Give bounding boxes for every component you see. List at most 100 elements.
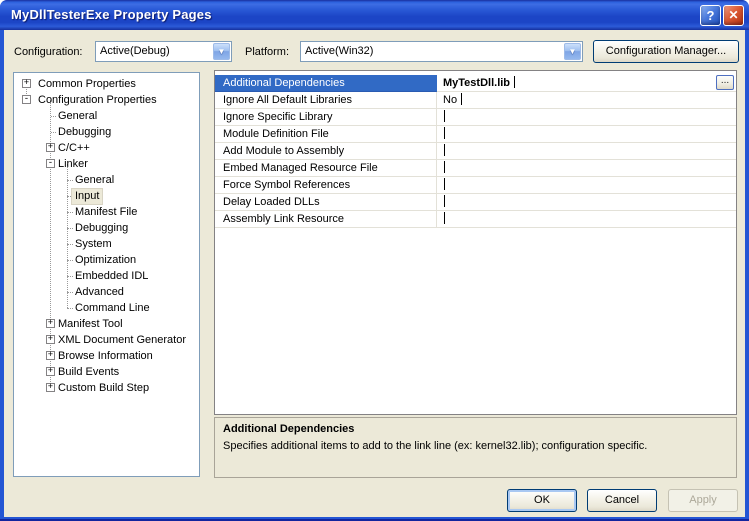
property-row[interactable]: Ignore Specific Library	[215, 109, 736, 126]
tree-item[interactable]: + Build Events	[14, 364, 199, 380]
property-name: Force Symbol References	[215, 177, 437, 194]
tree-item[interactable]: Optimization	[14, 252, 199, 268]
property-value-cell[interactable]	[437, 177, 736, 194]
property-value-text: No	[443, 94, 458, 106]
property-value-cell[interactable]	[437, 194, 736, 211]
tree-item-label[interactable]: Linker	[55, 157, 91, 172]
configuration-manager-button[interactable]: Configuration Manager...	[593, 40, 739, 63]
platform-label: Platform:	[245, 46, 290, 58]
tree-item-label[interactable]: Manifest Tool	[55, 317, 126, 332]
text-caret	[444, 144, 445, 156]
property-value-text: MyTestDll.lib	[443, 77, 511, 89]
property-value-cell[interactable]: MyTestDll.lib ...	[437, 75, 736, 92]
property-value-cell[interactable]	[437, 160, 736, 177]
property-name: Additional Dependencies	[215, 75, 437, 92]
description-title: Additional Dependencies	[223, 423, 355, 435]
apply-button[interactable]: Apply	[668, 489, 738, 512]
property-row[interactable]: Delay Loaded DLLs	[215, 194, 736, 211]
tree-item[interactable]: Manifest File	[14, 204, 199, 220]
tree-item-label[interactable]: Debugging	[55, 125, 114, 140]
platform-select[interactable]: Active(Win32) ▼	[300, 41, 583, 62]
configuration-select[interactable]: Active(Debug) ▼	[95, 41, 232, 62]
browse-ellipsis-button[interactable]: ...	[716, 75, 734, 90]
text-caret	[444, 195, 445, 207]
tree-item-label[interactable]: Embedded IDL	[72, 269, 151, 284]
tree-item[interactable]: + Manifest Tool	[14, 316, 199, 332]
platform-selected-value: Active(Win32)	[305, 45, 374, 57]
help-button[interactable]: ?	[700, 5, 721, 26]
titlebar[interactable]: MyDllTesterExe Property Pages ? ✕	[0, 0, 749, 30]
help-icon: ?	[706, 8, 715, 23]
tree-item-label[interactable]: C/C++	[55, 141, 93, 156]
property-value-cell[interactable]: No	[437, 92, 736, 109]
tree-item-label[interactable]: Build Events	[55, 365, 122, 380]
property-value-cell[interactable]	[437, 126, 736, 143]
property-name: Ignore All Default Libraries	[215, 92, 437, 109]
property-value-cell[interactable]	[437, 143, 736, 160]
chevron-down-icon[interactable]: ▼	[213, 43, 230, 60]
tree-expander-icon[interactable]: +	[46, 351, 55, 360]
tree-item-label[interactable]: Custom Build Step	[55, 381, 152, 396]
tree-item[interactable]: General	[14, 172, 199, 188]
property-value-cell[interactable]	[437, 109, 736, 126]
tree-item[interactable]: + Browse Information	[14, 348, 199, 364]
tree-item[interactable]: Input	[14, 188, 199, 205]
tree-item[interactable]: Command Line	[14, 300, 199, 316]
tree-item-label[interactable]: General	[72, 173, 117, 188]
property-row[interactable]: Embed Managed Resource File	[215, 160, 736, 177]
property-row[interactable]: Add Module to Assembly	[215, 143, 736, 160]
tree-expander-icon[interactable]: -	[22, 95, 31, 104]
text-caret	[444, 127, 445, 139]
tree-item-label[interactable]: Configuration Properties	[35, 93, 160, 108]
tree-item-label[interactable]: Input	[70, 188, 104, 205]
property-row[interactable]: Force Symbol References	[215, 177, 736, 194]
tree-expander-icon[interactable]: +	[22, 79, 31, 88]
tree-item[interactable]: Debugging	[14, 220, 199, 236]
tree-item[interactable]: Debugging	[14, 124, 199, 140]
property-pages-dialog: MyDllTesterExe Property Pages ? ✕ Config…	[0, 0, 749, 521]
tree-item-label[interactable]: Command Line	[72, 301, 153, 316]
property-row[interactable]: Ignore All Default Libraries No	[215, 92, 736, 109]
tree-item-label[interactable]: System	[72, 237, 115, 252]
configuration-label: Configuration:	[14, 46, 83, 58]
property-row[interactable]: Additional Dependencies MyTestDll.lib ..…	[215, 75, 736, 92]
tree-item[interactable]: System	[14, 236, 199, 252]
property-value-cell[interactable]	[437, 211, 736, 228]
property-name: Ignore Specific Library	[215, 109, 437, 126]
tree-item[interactable]: - Linker	[14, 156, 199, 172]
chevron-down-icon[interactable]: ▼	[564, 43, 581, 60]
tree-item-label[interactable]: General	[55, 109, 100, 124]
tree-item-label[interactable]: XML Document Generator	[55, 333, 189, 348]
tree-expander-icon[interactable]: +	[46, 367, 55, 376]
text-caret	[444, 178, 445, 190]
tree-item[interactable]: + C/C++	[14, 140, 199, 156]
property-row[interactable]: Module Definition File	[215, 126, 736, 143]
tree-expander-icon[interactable]: -	[46, 159, 55, 168]
tree-item-label[interactable]: Common Properties	[35, 77, 139, 92]
tree-item-label[interactable]: Optimization	[72, 253, 139, 268]
tree-item[interactable]: + Custom Build Step	[14, 380, 199, 396]
tree-item-label[interactable]: Advanced	[72, 285, 127, 300]
tree-item[interactable]: + XML Document Generator	[14, 332, 199, 348]
description-panel: Additional Dependencies Specifies additi…	[214, 417, 737, 478]
text-caret	[444, 161, 445, 173]
tree-root: + Common Properties - Configuration Prop…	[14, 73, 199, 476]
tree-expander-icon[interactable]: +	[46, 143, 55, 152]
cancel-button[interactable]: Cancel	[587, 489, 657, 512]
tree-item-label[interactable]: Debugging	[72, 221, 131, 236]
ok-button[interactable]: OK	[507, 489, 577, 512]
tree-expander-icon[interactable]: +	[46, 335, 55, 344]
tree-item[interactable]: - Configuration Properties	[14, 92, 199, 108]
window-title: MyDllTesterExe Property Pages	[11, 7, 212, 22]
tree-item[interactable]: Advanced	[14, 284, 199, 300]
property-row[interactable]: Assembly Link Resource	[215, 211, 736, 228]
tree-item-label[interactable]: Browse Information	[55, 349, 156, 364]
tree-expander-icon[interactable]: +	[46, 319, 55, 328]
text-caret	[444, 212, 445, 224]
tree-item-label[interactable]: Manifest File	[72, 205, 140, 220]
tree-item[interactable]: General	[14, 108, 199, 124]
tree-item[interactable]: Embedded IDL	[14, 268, 199, 284]
close-button[interactable]: ✕	[723, 5, 744, 26]
tree-item[interactable]: + Common Properties	[14, 76, 199, 92]
tree-expander-icon[interactable]: +	[46, 383, 55, 392]
